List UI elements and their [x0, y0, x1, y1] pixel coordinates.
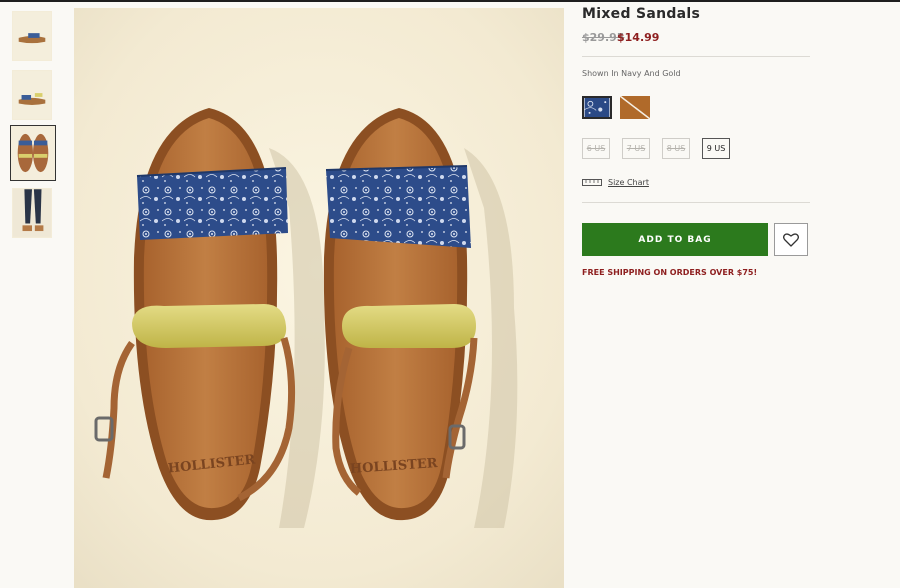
size-option-7[interactable]: 7 US — [622, 138, 650, 159]
sale-price: $14.99 — [617, 31, 660, 44]
wishlist-button[interactable] — [774, 223, 808, 256]
divider — [582, 202, 810, 203]
divider — [582, 56, 810, 57]
sandals-photo: HOLLISTER HOLLISTER — [74, 8, 564, 588]
sandal-side-thumbnail — [13, 12, 51, 60]
thumbnail-3-active[interactable] — [10, 125, 56, 181]
navy-pattern-swatch-icon — [584, 98, 610, 117]
ruler-icon — [582, 179, 602, 186]
size-option-6[interactable]: 6 US — [582, 138, 610, 159]
swatch-navy-and-gold[interactable] — [582, 96, 612, 119]
shown-in-color-label: Shown In Navy And Gold — [582, 69, 681, 78]
thumbnail-4[interactable] — [12, 188, 52, 238]
size-chart-link-row[interactable]: Size Chart — [582, 178, 649, 187]
heart-icon — [783, 232, 799, 247]
thumbnail-2[interactable] — [12, 70, 52, 120]
free-shipping-notice: FREE SHIPPING ON ORDERS OVER $75! — [582, 268, 758, 277]
tan-swatch-icon — [620, 96, 650, 119]
sandal-angle-thumbnail — [13, 71, 51, 119]
size-option-9[interactable]: 9 US — [702, 138, 730, 159]
swatch-tan[interactable] — [620, 96, 650, 119]
top-bar — [0, 0, 900, 2]
model-wearing-thumbnail — [13, 189, 51, 237]
main-product-image[interactable]: HOLLISTER HOLLISTER — [74, 8, 564, 588]
sandal-pair-thumbnail — [11, 126, 55, 180]
thumbnail-1[interactable] — [12, 11, 52, 61]
size-chart-label[interactable]: Size Chart — [608, 178, 649, 187]
add-to-bag-button[interactable]: ADD TO BAG — [582, 223, 768, 256]
size-option-8[interactable]: 8 US — [662, 138, 690, 159]
product-title: Mixed Sandals — [582, 6, 701, 22]
